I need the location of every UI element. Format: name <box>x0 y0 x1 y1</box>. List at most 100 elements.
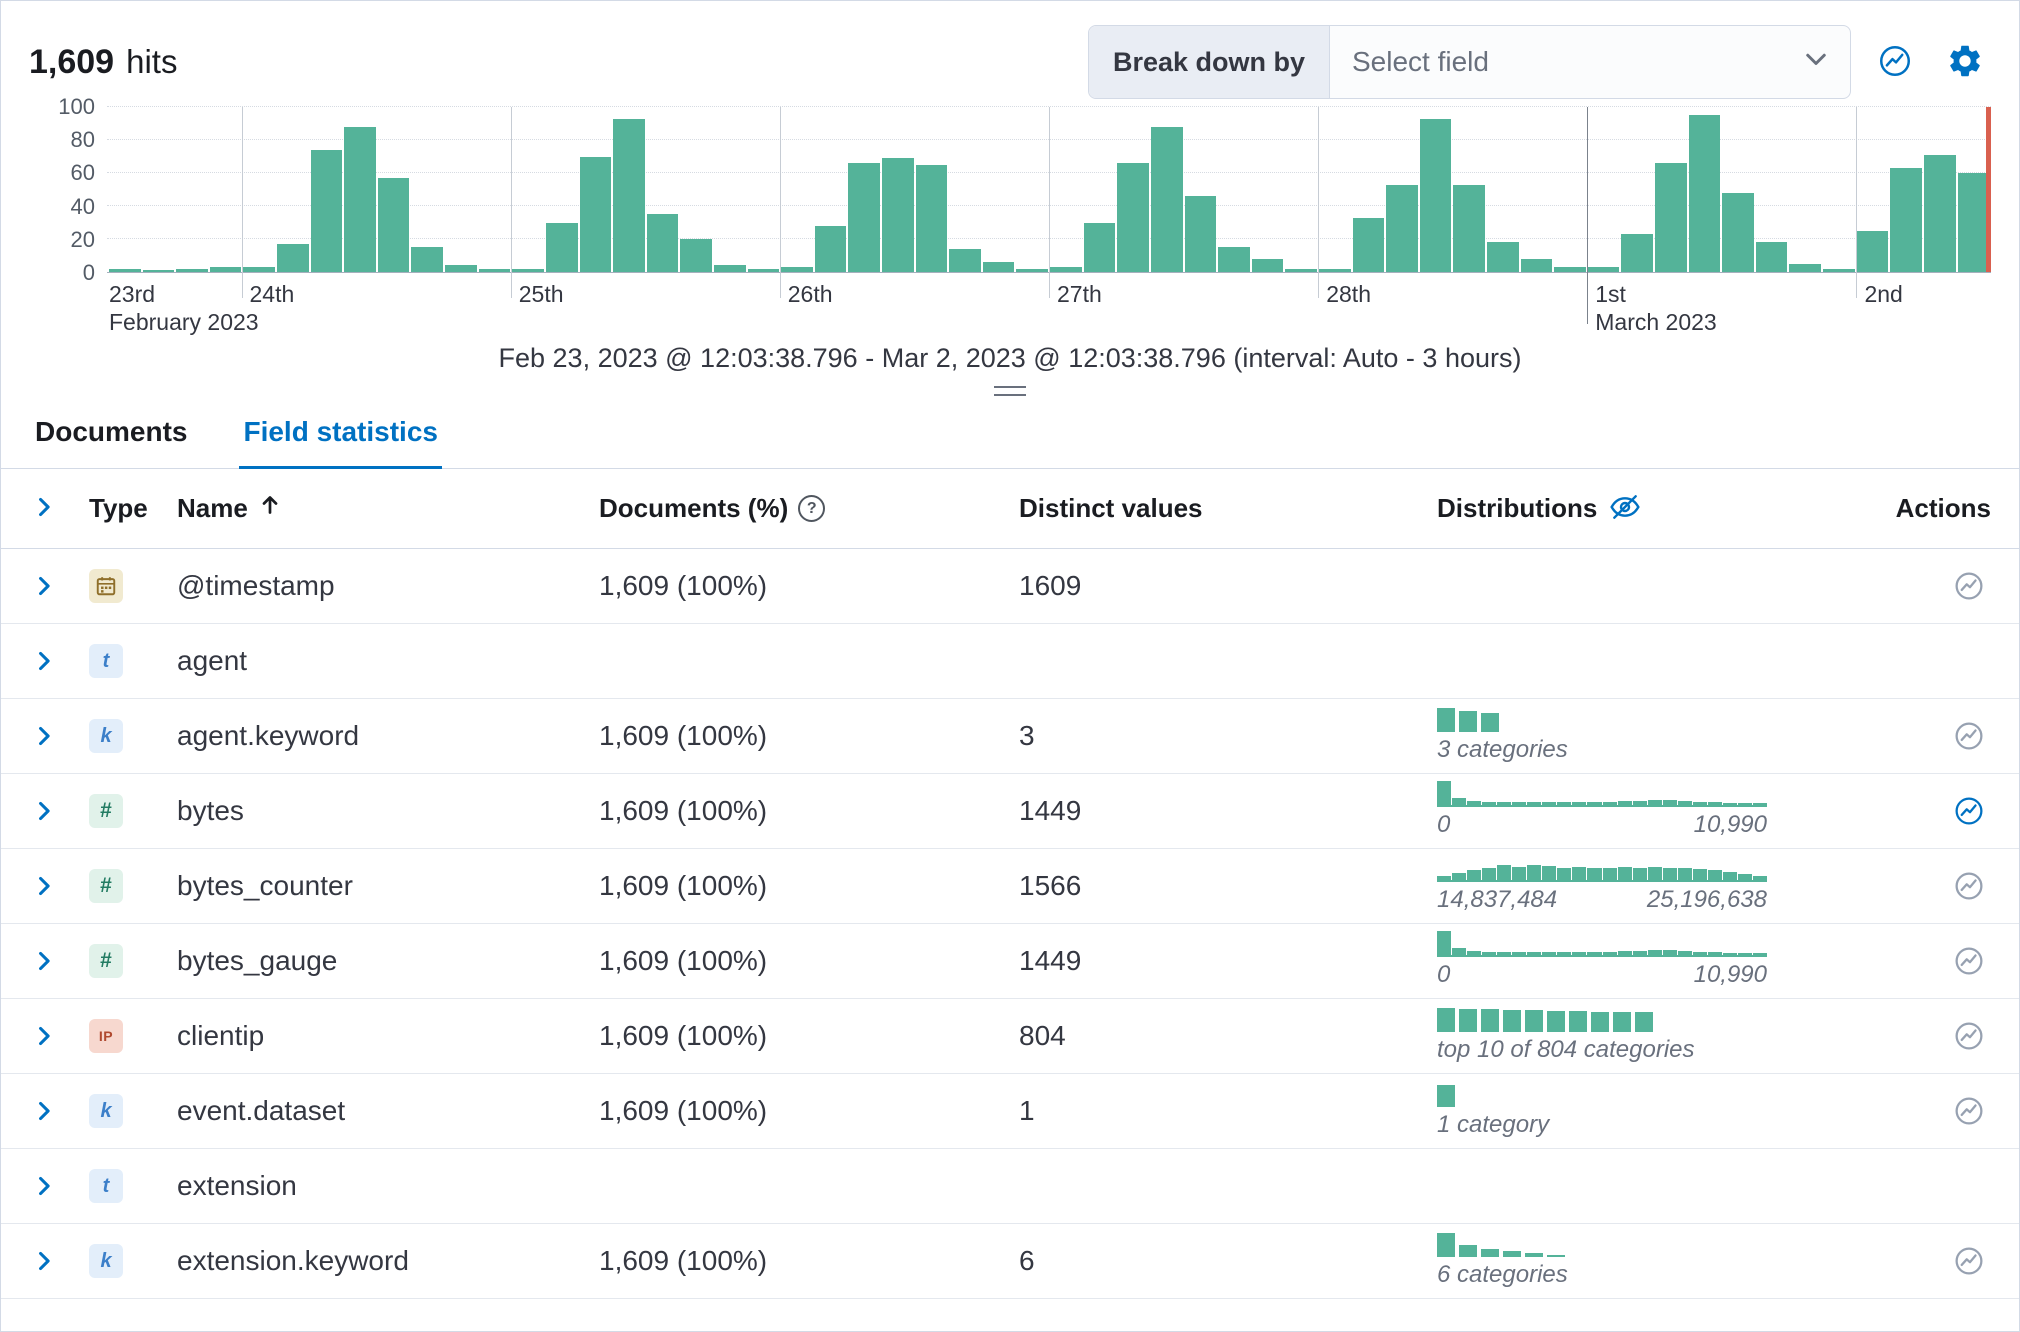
breakdown-select[interactable]: Select field <box>1330 26 1850 98</box>
histogram-bar[interactable] <box>1386 185 1418 272</box>
histogram-bar[interactable] <box>580 157 612 273</box>
explore-in-chart-button[interactable] <box>1947 939 1991 983</box>
distributions-toggle-button[interactable] <box>1607 489 1643 528</box>
distribution-bar <box>1635 1012 1653 1032</box>
explore-in-chart-button[interactable] <box>1947 564 1991 608</box>
expand-row-button[interactable] <box>29 721 59 751</box>
histogram-bar[interactable] <box>680 239 712 272</box>
expand-row-button[interactable] <box>29 571 59 601</box>
histogram-bar[interactable] <box>781 267 813 272</box>
histogram-plot[interactable] <box>107 107 1991 273</box>
expand-row-button[interactable] <box>29 871 59 901</box>
expand-all-button[interactable] <box>29 492 59 525</box>
question-in-circle-icon[interactable]: ? <box>798 495 825 522</box>
histogram-bar[interactable] <box>143 270 175 272</box>
histogram-bar[interactable] <box>1924 155 1956 272</box>
explore-in-chart-button[interactable] <box>1947 1014 1991 1058</box>
explore-in-chart-button[interactable] <box>1947 789 1991 833</box>
histogram-bar[interactable] <box>1588 267 1620 272</box>
histogram-bar[interactable] <box>1890 168 1922 272</box>
histogram-bar[interactable] <box>512 269 544 272</box>
histogram-bar[interactable] <box>445 265 477 272</box>
histogram-bar[interactable] <box>647 214 679 272</box>
histogram-bar[interactable] <box>311 150 343 272</box>
field-type-glyph: IP <box>99 1028 113 1044</box>
histogram-bar[interactable] <box>1789 264 1821 272</box>
histogram-bar[interactable] <box>1420 119 1452 272</box>
explore-in-chart-button[interactable] <box>1947 864 1991 908</box>
histogram-bar[interactable] <box>1722 193 1754 272</box>
histogram-bar[interactable] <box>613 119 645 272</box>
tab-field-statistics[interactable]: Field statistics <box>239 402 442 469</box>
x-axis-label: 2nd <box>1864 281 1902 309</box>
histogram-bar[interactable] <box>1756 242 1788 272</box>
tab-documents[interactable]: Documents <box>31 402 191 469</box>
histogram-bar[interactable] <box>1151 127 1183 272</box>
histogram-bar[interactable] <box>1319 269 1351 272</box>
histogram-bar[interactable] <box>1857 231 1889 272</box>
histogram-bar[interactable] <box>1621 234 1653 272</box>
histogram-bar[interactable] <box>714 265 746 272</box>
distribution-mini-chart: top 10 of 804 categories <box>1437 1008 1895 1064</box>
expand-row-button[interactable] <box>29 1246 59 1276</box>
histogram-bar[interactable] <box>882 158 914 272</box>
histogram-bar[interactable] <box>1823 269 1855 272</box>
histogram-bar[interactable] <box>1185 196 1217 272</box>
histogram-bar[interactable] <box>1487 242 1519 272</box>
distribution-cell: top 10 of 804 categories <box>1437 1008 1895 1064</box>
histogram-bar[interactable] <box>1285 269 1317 272</box>
histogram-bar[interactable] <box>1453 185 1485 272</box>
expand-row-button[interactable] <box>29 1171 59 1201</box>
histogram-bar[interactable] <box>479 269 511 272</box>
histogram-bar[interactable] <box>277 244 309 272</box>
histogram-bar[interactable] <box>1050 267 1082 272</box>
histogram-bar[interactable] <box>1554 267 1586 272</box>
histogram-bar[interactable] <box>1655 163 1687 272</box>
histogram-bar[interactable] <box>1117 163 1149 272</box>
table-row: kagent.keyword1,609 (100%)33 categories <box>1 699 2019 774</box>
explore-in-chart-button[interactable] <box>1947 1239 1991 1283</box>
distribution-bar <box>1723 803 1737 805</box>
histogram-bar[interactable] <box>848 163 880 272</box>
histogram-bar[interactable] <box>748 269 780 272</box>
histogram-bar[interactable] <box>815 226 847 272</box>
chevron-right-icon <box>33 800 55 822</box>
histogram-bar[interactable] <box>1958 173 1990 272</box>
distribution-bar <box>1481 1249 1499 1257</box>
expand-row-button[interactable] <box>29 646 59 676</box>
explore-in-chart-icon <box>1951 868 1987 904</box>
histogram-bar[interactable] <box>916 165 948 272</box>
histogram-bar[interactable] <box>1218 247 1250 272</box>
histogram-bar[interactable] <box>949 249 981 272</box>
chart-settings-button[interactable] <box>1939 36 1991 88</box>
expand-row-button[interactable] <box>29 1096 59 1126</box>
histogram-bar[interactable] <box>1353 218 1385 272</box>
histogram-bar[interactable] <box>411 247 443 272</box>
histogram-bar[interactable] <box>243 267 275 272</box>
expand-row-button[interactable] <box>29 946 59 976</box>
header-distinct-values: Distinct values <box>1019 493 1437 524</box>
expand-row-button[interactable] <box>29 796 59 826</box>
header-documents: Documents (%) ? <box>599 493 1019 524</box>
field-type-glyph: # <box>100 874 112 898</box>
explore-in-chart-button[interactable] <box>1947 714 1991 758</box>
histogram-bar[interactable] <box>210 267 242 272</box>
histogram-bar[interactable] <box>1689 115 1721 272</box>
histogram-bar[interactable] <box>983 262 1015 272</box>
histogram-bar[interactable] <box>1252 259 1284 272</box>
panel-resize-handle[interactable] <box>994 386 1026 396</box>
explore-in-chart-button[interactable] <box>1947 1089 1991 1133</box>
distribution-bar <box>1503 1010 1521 1032</box>
histogram-bar[interactable] <box>176 269 208 272</box>
expand-row-button[interactable] <box>29 1021 59 1051</box>
histogram-bar[interactable] <box>546 223 578 273</box>
field-type-glyph: k <box>100 1100 111 1123</box>
visualize-toggle-button[interactable] <box>1869 36 1921 88</box>
histogram-bar[interactable] <box>344 127 376 272</box>
histogram-bar[interactable] <box>1016 269 1048 272</box>
histogram-bar[interactable] <box>1521 259 1553 272</box>
histogram-bar[interactable] <box>1084 223 1116 273</box>
histogram-bar[interactable] <box>109 269 141 272</box>
header-name[interactable]: Name <box>177 493 599 524</box>
histogram-bar[interactable] <box>378 178 410 272</box>
